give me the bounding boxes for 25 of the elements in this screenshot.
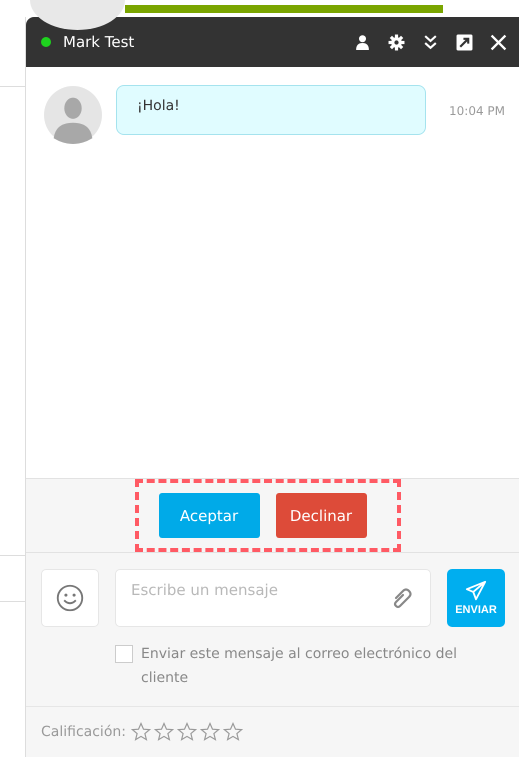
user-icon[interactable]: [354, 34, 371, 50]
smiley-icon: [56, 584, 84, 612]
star-icon[interactable]: [130, 722, 151, 742]
settings-icon[interactable]: [388, 34, 405, 50]
avatar-icon: [44, 86, 102, 144]
star-icon[interactable]: [176, 722, 197, 742]
popout-icon[interactable]: [456, 34, 473, 50]
paper-plane-icon: [465, 580, 487, 602]
message-input-field[interactable]: Escribe un mensaje: [115, 569, 431, 627]
checkbox[interactable]: [115, 645, 133, 663]
send-button[interactable]: ENVIAR: [447, 569, 505, 627]
star-icon[interactable]: [154, 722, 174, 742]
star-icon[interactable]: [200, 722, 220, 742]
emoji-button[interactable]: [41, 569, 99, 627]
star-rating[interactable]: [130, 722, 243, 742]
contact-name: Mark Test: [63, 33, 134, 51]
accept-button[interactable]: Aceptar: [158, 493, 260, 538]
rating-label: Calificación:: [41, 724, 126, 740]
star-icon[interactable]: [222, 722, 243, 742]
email-option-label: Enviar este mensaje al correo electrónico del cliente: [141, 645, 458, 688]
decline-button[interactable]: Declinar: [276, 493, 366, 538]
message-time: 10:04 PM: [449, 104, 505, 118]
close-icon[interactable]: [490, 34, 507, 50]
message-bubble: ¡Hola!: [116, 85, 426, 135]
double-chevron-down-icon[interactable]: [422, 34, 439, 50]
